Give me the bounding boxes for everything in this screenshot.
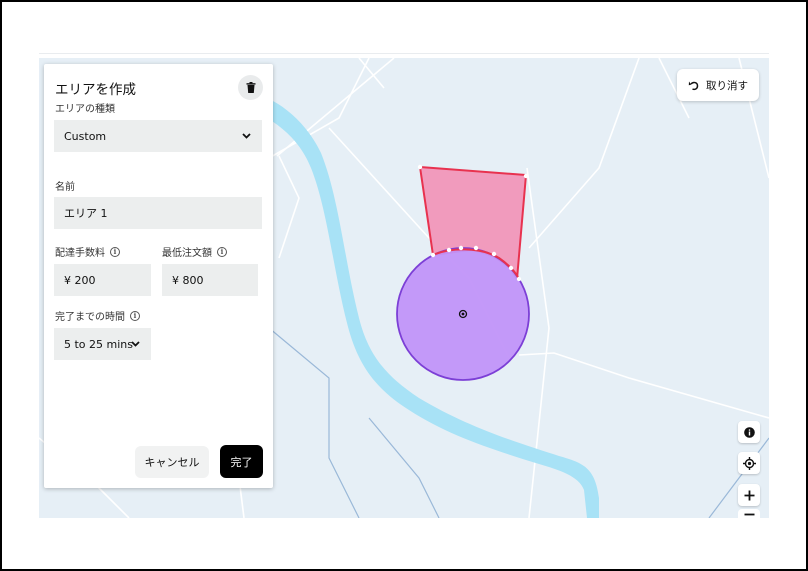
cancel-button[interactable]: キャンセル	[135, 446, 209, 478]
info-icon	[743, 426, 755, 438]
info-icon[interactable]: i	[110, 246, 120, 257]
delivery-fee-value: ¥ 200	[64, 273, 96, 287]
area-type-label-text: エリアの種類	[55, 104, 115, 115]
locate-icon	[742, 456, 756, 470]
chevron-down-icon	[131, 341, 140, 347]
min-order-label: 最低注文額 i	[162, 244, 227, 259]
panel-title: エリアを作成	[55, 82, 136, 98]
time-label: 完了までの時間 i	[55, 308, 140, 323]
name-label: 名前	[55, 178, 75, 193]
create-area-panel: エリアを作成 エリアの種類 Custom 名前 エリア 1 配達手数料 i ¥ …	[44, 64, 273, 488]
delivery-fee-input[interactable]: ¥ 200	[54, 264, 151, 296]
zoom-in-icon	[744, 490, 754, 500]
area-type-select[interactable]: Custom	[54, 120, 262, 152]
undo-button[interactable]: 取り消す	[677, 69, 759, 101]
name-value: エリア 1	[64, 207, 108, 220]
stream-lines	[268, 327, 769, 518]
time-label-text: 完了までの時間	[55, 312, 125, 323]
min-order-label-text: 最低注文額	[162, 248, 212, 259]
time-select[interactable]: 5 to 25 mins	[54, 328, 151, 360]
delete-button[interactable]	[238, 75, 263, 100]
locate-button[interactable]	[738, 452, 760, 474]
center-marker-dot	[461, 312, 465, 316]
undo-icon	[688, 81, 699, 90]
info-icon[interactable]: i	[217, 246, 227, 257]
chevron-down-icon	[242, 133, 251, 139]
name-label-text: 名前	[55, 182, 75, 193]
undo-label: 取り消す	[706, 79, 748, 92]
trash-icon	[246, 82, 255, 93]
done-button[interactable]: 完了	[220, 445, 263, 478]
time-value: 5 to 25 mins	[64, 337, 134, 351]
delivery-fee-label-text: 配達手数料	[55, 248, 105, 259]
info-icon[interactable]: i	[130, 310, 140, 321]
min-order-input[interactable]: ¥ 800	[162, 264, 258, 296]
zoom-out-button[interactable]	[738, 509, 760, 518]
zoom-out-icon	[744, 513, 754, 516]
name-input[interactable]: エリア 1	[54, 197, 262, 229]
min-order-value: ¥ 800	[172, 273, 204, 287]
zoom-in-button[interactable]	[738, 484, 760, 506]
area-type-value: Custom	[64, 129, 107, 143]
delivery-fee-label: 配達手数料 i	[55, 244, 120, 259]
map-info-button[interactable]	[738, 421, 760, 443]
top-divider	[39, 53, 769, 54]
area-type-label: エリアの種類	[55, 100, 115, 115]
